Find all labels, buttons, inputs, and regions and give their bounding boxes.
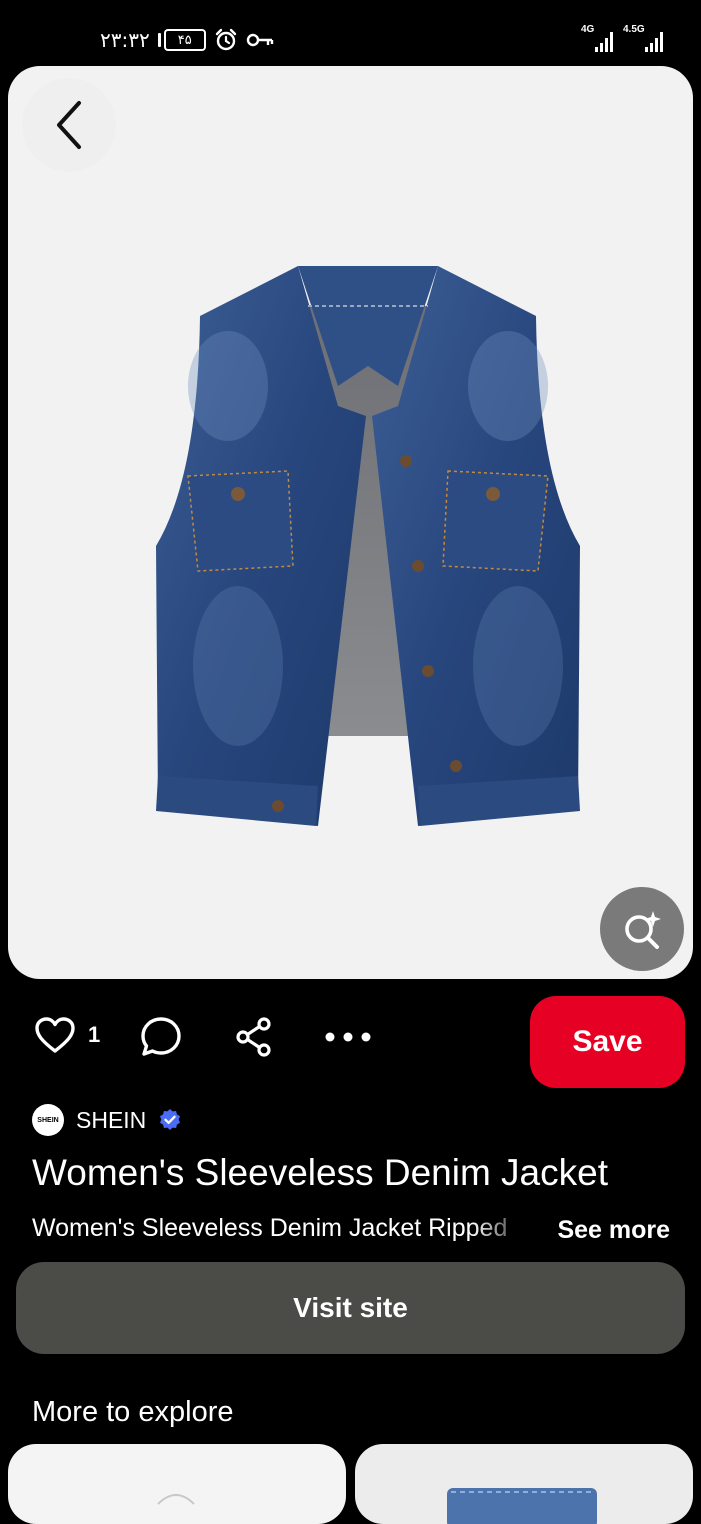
status-right: 4G 4.5G bbox=[581, 24, 663, 52]
status-left: ۲۳:۳۲ ۴۵ bbox=[100, 28, 274, 52]
like-count: 1 bbox=[88, 1022, 101, 1047]
network-type-1: 4G bbox=[581, 24, 595, 35]
creator-row[interactable]: SHEIN SHEIN bbox=[32, 1104, 182, 1136]
key-icon bbox=[246, 33, 273, 47]
comment-bubble-icon bbox=[141, 1017, 181, 1056]
pin-action-row: 1 Save bbox=[0, 996, 701, 1088]
see-more-link[interactable]: See more bbox=[557, 1216, 670, 1245]
visit-site-button[interactable]: Visit site bbox=[16, 1262, 685, 1354]
battery-level: ۴۵ bbox=[163, 29, 206, 51]
share-icon bbox=[236, 1017, 271, 1057]
explore-pin-thumbnail bbox=[157, 1494, 195, 1505]
network-type-2: 4.5G bbox=[623, 24, 645, 35]
status-time: ۲۳:۳۲ bbox=[100, 28, 150, 52]
more-options-button[interactable] bbox=[324, 1016, 374, 1058]
product-image-denim-vest bbox=[156, 266, 580, 826]
verified-badge-icon bbox=[160, 1109, 181, 1130]
explore-pin-card[interactable] bbox=[8, 1444, 346, 1524]
like-button[interactable]: 1 bbox=[34, 1016, 100, 1054]
signal-bars-1 bbox=[595, 30, 613, 52]
description-row: Women's Sleeveless Denim Jacket Ripped S… bbox=[32, 1214, 672, 1250]
pin-image-card[interactable] bbox=[8, 66, 693, 979]
signal-bars-2 bbox=[645, 30, 663, 52]
battery-tip bbox=[157, 33, 161, 47]
visual-search-icon bbox=[625, 911, 661, 949]
status-bar: ۲۳:۳۲ ۴۵ 4G 4.5G bbox=[0, 0, 701, 72]
explore-pin-card[interactable] bbox=[355, 1444, 693, 1524]
signal-icon-sim1: 4G bbox=[581, 24, 613, 52]
visual-search-button[interactable] bbox=[600, 887, 684, 971]
chevron-left-icon bbox=[57, 101, 81, 149]
battery-icon: ۴۵ bbox=[157, 29, 206, 51]
creator-name[interactable]: SHEIN bbox=[76, 1107, 146, 1134]
share-button[interactable] bbox=[234, 1016, 276, 1058]
pin-description: Women's Sleeveless Denim Jacket Ripped bbox=[32, 1214, 508, 1242]
explore-pin-thumbnail bbox=[447, 1488, 597, 1524]
creator-avatar[interactable]: SHEIN bbox=[32, 1104, 64, 1136]
alarm-icon bbox=[215, 28, 236, 51]
heart-icon bbox=[35, 1017, 75, 1053]
pin-title: Women's Sleeveless Denim Jacket bbox=[32, 1152, 608, 1193]
more-dots-icon bbox=[325, 1032, 371, 1042]
save-button[interactable]: Save bbox=[530, 996, 685, 1088]
signal-icon-sim2: 4.5G bbox=[623, 24, 663, 52]
more-to-explore-heading: More to explore bbox=[32, 1396, 234, 1428]
comment-button[interactable] bbox=[140, 1016, 182, 1058]
back-button[interactable] bbox=[22, 78, 116, 172]
